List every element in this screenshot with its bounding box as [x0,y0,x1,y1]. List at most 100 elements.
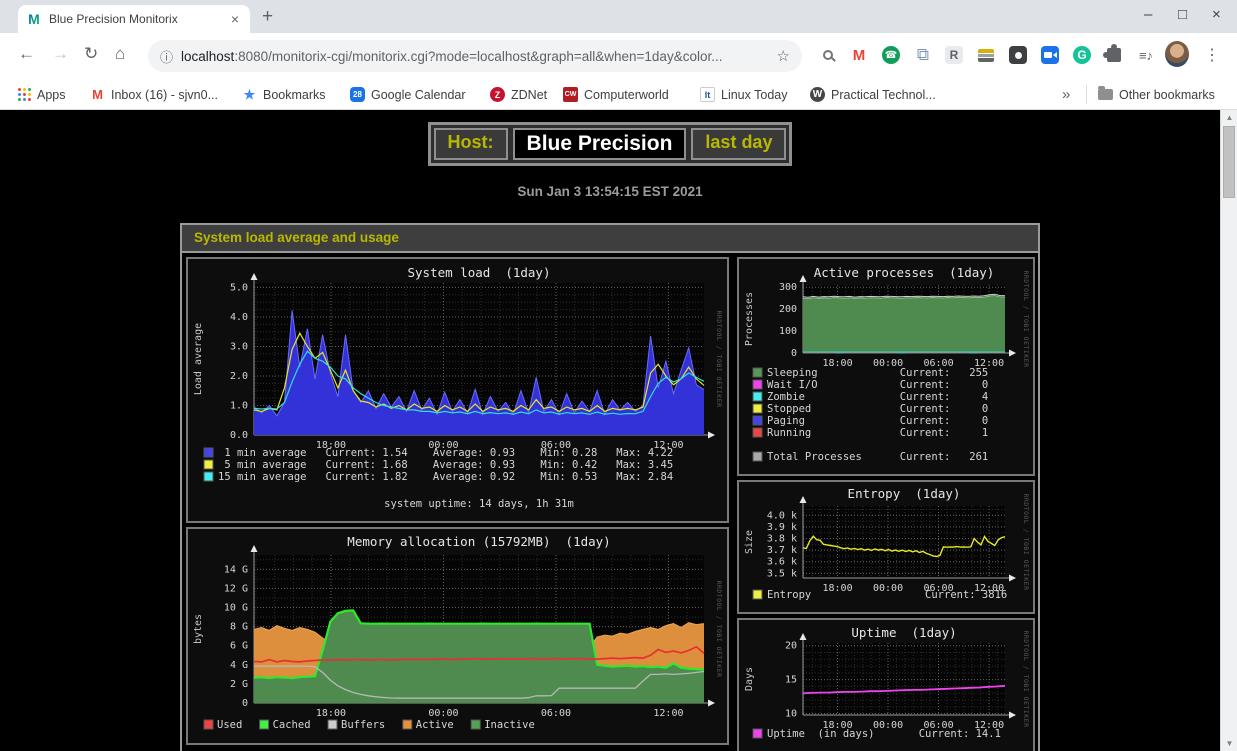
grammarly-extension-icon[interactable]: G [1070,43,1094,67]
other-bookmarks[interactable]: Other bookmarks [1098,84,1215,105]
svg-text:18:00: 18:00 [316,708,346,719]
svg-text:15: 15 [785,675,797,686]
bookmark-inbox[interactable]: M Inbox (16) - sjvn0... [90,84,218,105]
svg-text:06:00: 06:00 [541,708,571,719]
apps-grid-icon [18,88,21,91]
svg-text:Entropy Curre: Entropy Current: 3816 [767,589,1007,601]
svg-text:200: 200 [779,304,797,315]
svg-text:System load (1day): System load (1day) [408,265,551,280]
chart-system-load[interactable]: 0.01.02.03.04.05.018:0000:0006:0012:00Sy… [186,257,729,523]
svg-text:1 min average Current: 1.54: 1 min average Current: 1.54 Average: 0.9… [218,447,673,459]
bookmark-bookmarks[interactable]: ★ Bookmarks [242,84,326,105]
playlist-extension-icon[interactable]: ≡♪ [1134,43,1158,67]
bookmark-apps[interactable]: Apps [18,84,66,105]
r-extension-icon[interactable]: R [942,43,966,67]
host-label: Host: [434,128,508,160]
svg-text:100: 100 [779,326,797,337]
svg-text:4 G: 4 G [230,660,248,671]
folder-icon [1098,89,1113,100]
star-icon: ★ [242,87,257,102]
new-tab-button[interactable]: + [262,6,273,28]
svg-text:5.0: 5.0 [230,282,248,293]
svg-text:6 G: 6 G [230,641,248,652]
bookmarks-bar: Apps M Inbox (16) - sjvn0... ★ Bookmarks… [0,79,1237,110]
tab-close-icon[interactable]: × [228,11,242,27]
svg-text:Processes: Processes [744,292,755,346]
svg-text:0: 0 [242,698,248,709]
back-icon[interactable]: ← [18,44,35,64]
scrollbar-thumb[interactable] [1223,126,1235,198]
svg-text:system uptime: 14 days, 1h 31m: system uptime: 14 days, 1h 31m [384,498,574,510]
dark-extension-icon[interactable] [1006,43,1030,67]
scroll-down-icon[interactable]: ▼ [1221,739,1237,748]
bookmarks-overflow-icon[interactable]: » [1062,84,1070,105]
browser-menu-icon[interactable]: ⋮ [1200,43,1224,67]
svg-text:Days: Days [744,667,755,691]
window-close-icon[interactable]: × [1212,6,1221,23]
svg-text:20: 20 [785,641,797,652]
svg-text:3.0: 3.0 [230,341,248,352]
svg-text:M: M [28,11,40,27]
bookmark-practical-technology[interactable]: W Practical Technol... [810,84,936,105]
bookmark-zdnet[interactable]: Z ZDNet [490,84,547,105]
svg-text:Sleeping Current:: Sleeping Current: 255 [767,367,988,379]
home-icon[interactable]: ⌂ [115,44,125,64]
svg-text:12 G: 12 G [224,583,248,594]
window-maximize-icon[interactable]: □ [1178,6,1187,23]
window-minimize-icon[interactable]: – [1144,6,1152,23]
books-extension-icon[interactable] [974,43,998,67]
copy-extension-icon[interactable]: ⧉ [911,43,935,67]
svg-text:2.0: 2.0 [230,371,248,382]
info-icon[interactable]: ⓘ [160,47,173,66]
system-load-graph: 0.01.02.03.04.05.018:0000:0006:0012:00Sy… [190,261,725,514]
forward-icon[interactable]: → [52,44,69,64]
svg-text:3.6 k: 3.6 k [767,557,797,568]
zdnet-icon: Z [490,87,505,102]
svg-text:Zombie Current:: Zombie Current: 4 [767,391,988,403]
chart-active-processes[interactable]: 010020030018:0000:0006:0012:00Active pro… [737,257,1035,476]
gmail-extension-icon[interactable]: M [847,43,871,67]
svg-text:14 G: 14 G [224,564,248,575]
svg-text:RRDTOOL / TOBI OETIKER: RRDTOOL / TOBI OETIKER [1022,493,1030,590]
bookmark-google-calendar[interactable]: 28 Google Calendar [350,84,466,105]
host-value: Blue Precision [513,128,687,160]
computerworld-icon: CW [563,87,578,102]
page-scrollbar[interactable]: ▲ ▼ [1220,110,1237,751]
svg-text:3.8 k: 3.8 k [767,534,797,545]
extensions-puzzle-icon[interactable] [1102,43,1126,67]
svg-text:Size: Size [744,530,755,554]
report-date: Sun Jan 3 13:54:15 EST 2021 [0,184,1220,199]
svg-text:bytes: bytes [193,614,204,644]
chart-uptime[interactable]: 10152018:0000:0006:0012:00Uptime (1day)D… [737,618,1035,751]
svg-text:300: 300 [779,282,797,293]
bookmark-star-icon[interactable]: ☆ [777,47,790,65]
svg-text:Uptime (in days) Curren: Uptime (in days) Current: 14.1 [767,728,1001,740]
tab-title: Blue Precision Monitorix [49,12,228,26]
browser-tab[interactable]: M Blue Precision Monitorix × [18,5,250,33]
address-bar[interactable]: ⓘ localhost:8080/monitorix-cgi/monitorix… [148,40,802,72]
active-processes-graph: 010020030018:0000:0006:0012:00Active pro… [741,261,1031,467]
profile-avatar[interactable] [1165,42,1189,66]
search-extension-icon[interactable] [816,43,840,67]
bookmark-linux-today[interactable]: lt Linux Today [700,84,788,105]
chart-memory-allocation[interactable]: 02 G4 G6 G8 G10 G12 G14 G18:0000:0006:00… [186,527,729,745]
voice-extension-icon[interactable]: ☎ [879,43,903,67]
section-title: System load average and usage [182,225,1038,253]
svg-text:Wait I/O Current:: Wait I/O Current: 0 [767,379,988,391]
svg-text:RRDTOOL / TOBI OETIKER: RRDTOOL / TOBI OETIKER [1022,630,1030,727]
svg-text:Total Processes Current:: Total Processes Current: 261 [767,451,988,463]
reload-icon[interactable]: ↻ [84,44,98,64]
svg-text:3.9 k: 3.9 k [767,522,797,533]
svg-text:RRDTOOL / TOBI OETIKER: RRDTOOL / TOBI OETIKER [1022,270,1030,367]
page-content: Host: Blue Precision last day Sun Jan 3 … [0,110,1220,751]
bookmark-computerworld[interactable]: CW Computerworld [563,84,669,105]
chart-entropy[interactable]: 3.5 k3.6 k3.7 k3.8 k3.9 k4.0 k18:0000:00… [737,480,1035,614]
camera-extension-icon[interactable] [1038,43,1062,67]
bookmarks-divider [1086,85,1087,104]
scroll-up-icon[interactable]: ▲ [1221,113,1237,122]
svg-text:4.0: 4.0 [230,312,248,323]
svg-text:Used: Used [217,719,242,731]
svg-text:Stopped Current:: Stopped Current: 0 [767,403,988,415]
svg-text:Active: Active [416,719,454,731]
svg-text:Buffers: Buffers [341,719,385,731]
